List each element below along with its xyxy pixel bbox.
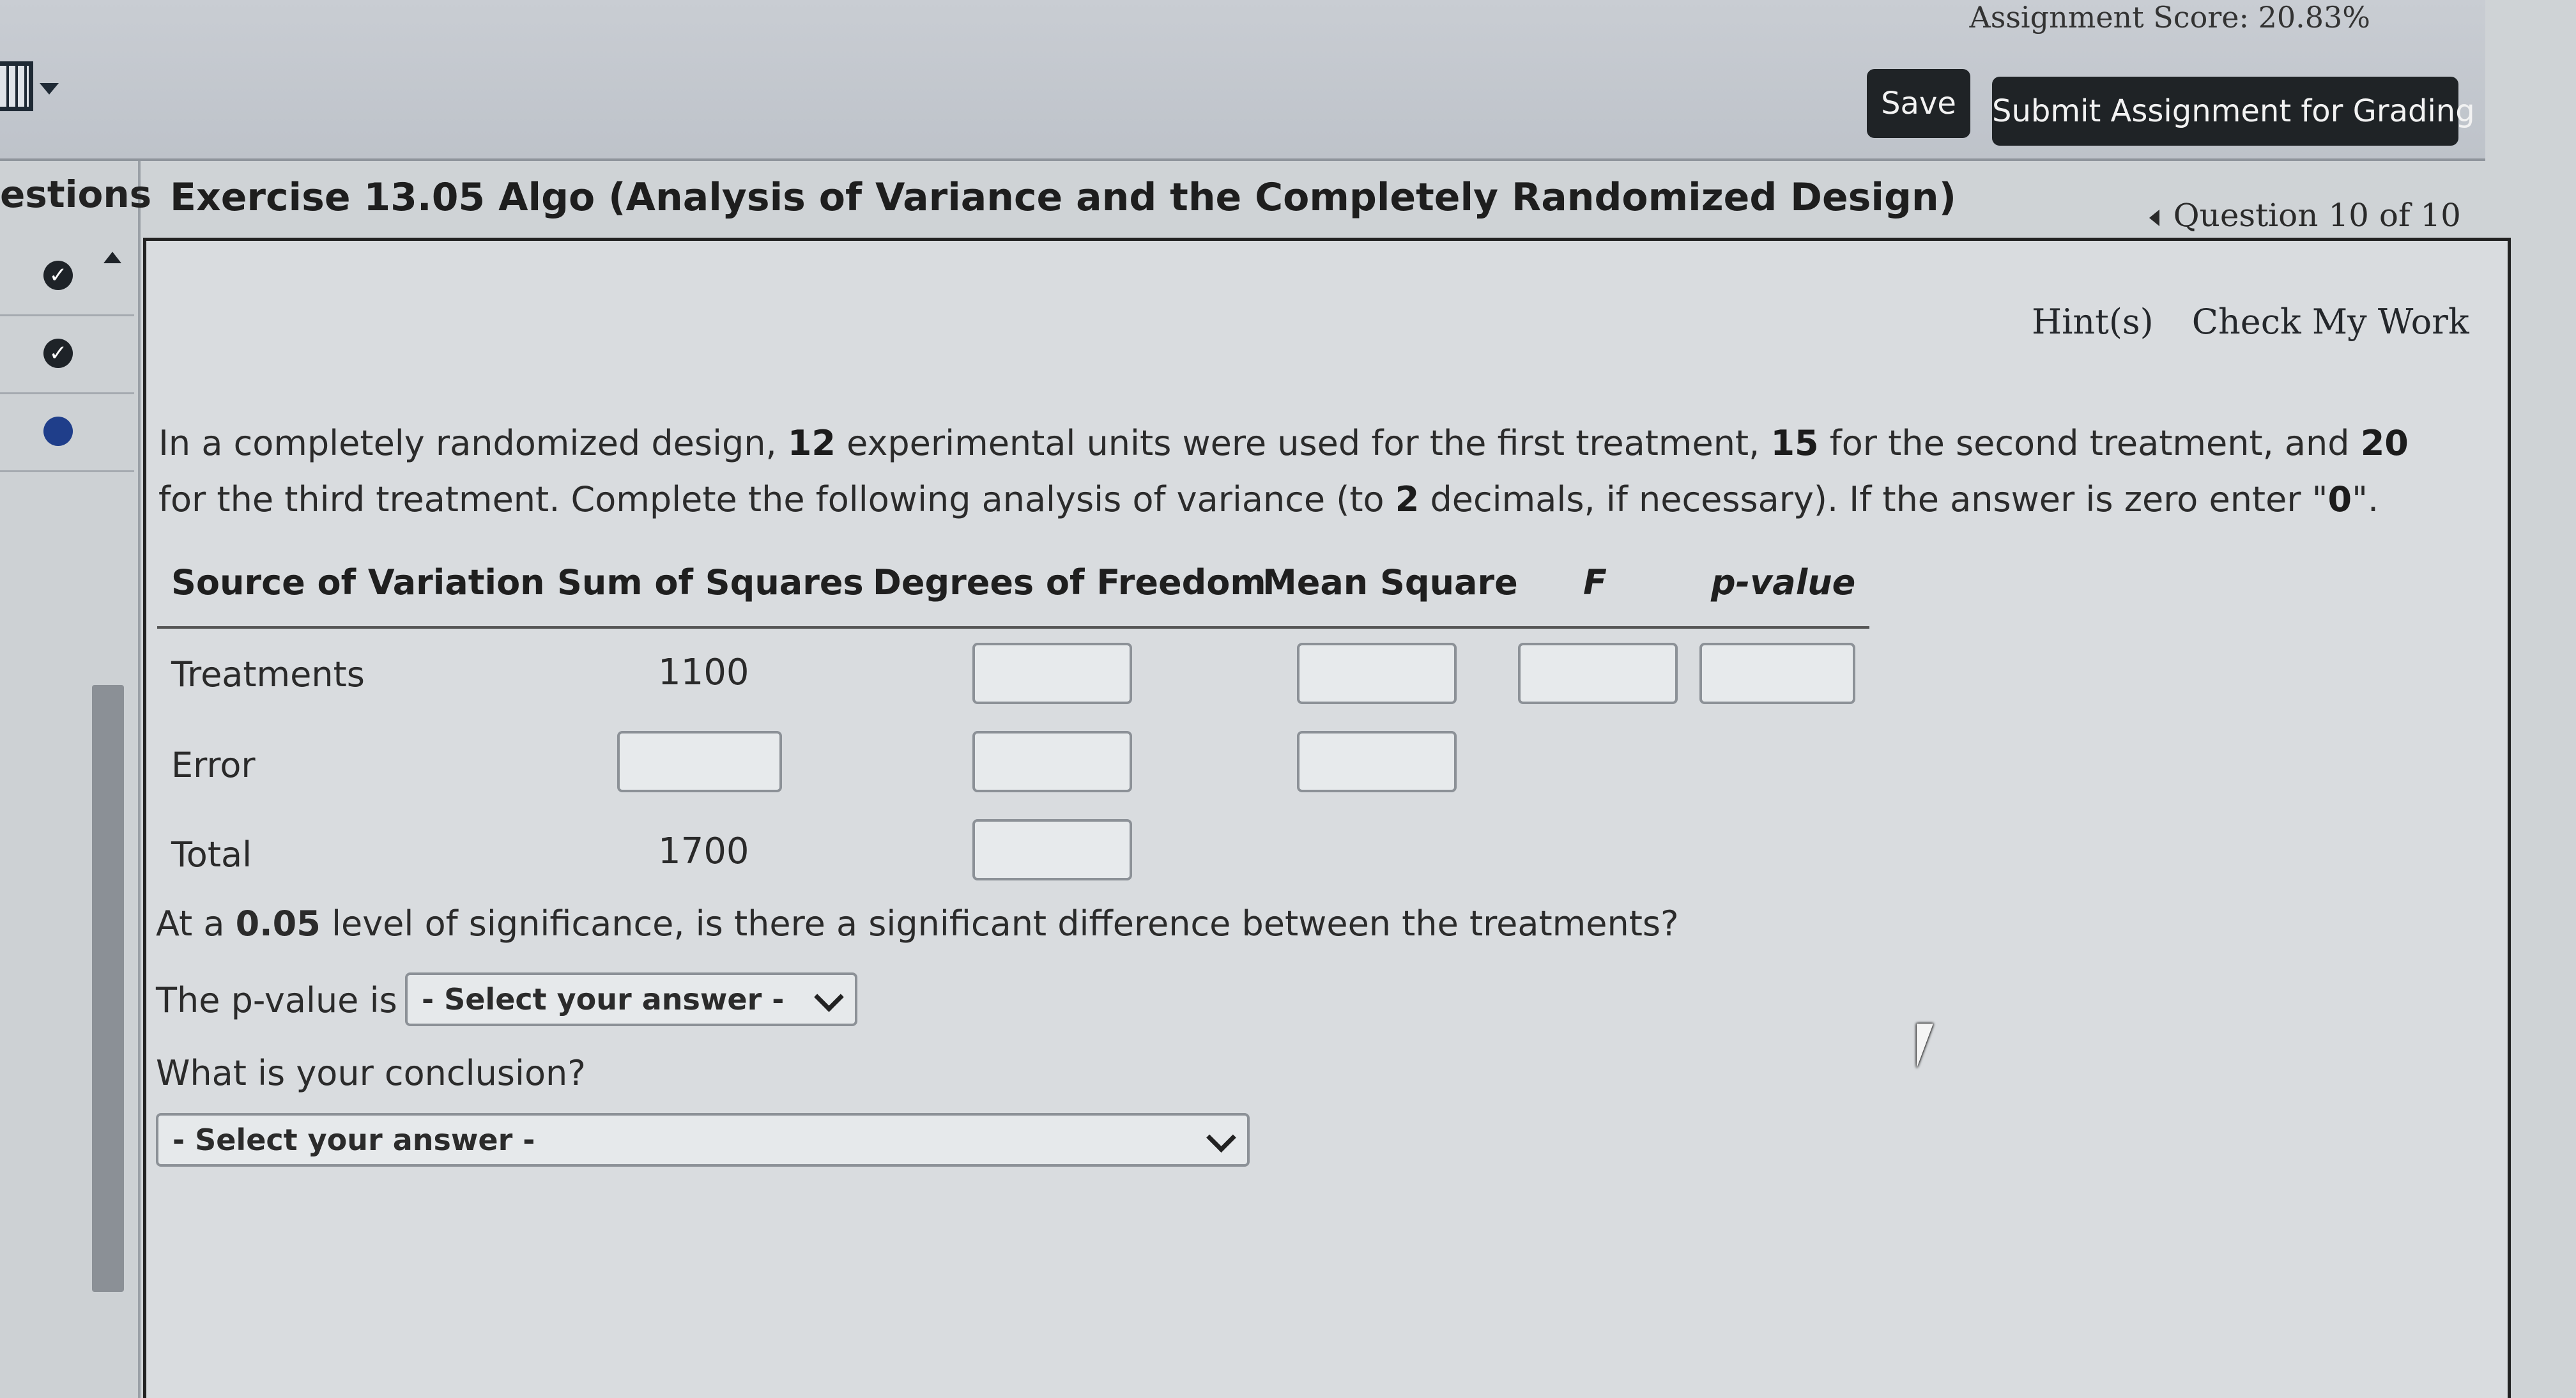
questions-sidebar: estions ✓ ✓ [0,161,151,1398]
row-label-error: Error [171,745,256,785]
df-total-input[interactable] [972,819,1132,880]
chevron-down-icon[interactable] [40,83,59,95]
df-treatments-input[interactable] [972,643,1132,704]
current-dot-icon [43,417,73,446]
row-label-total: Total [171,834,252,875]
previous-arrow-icon[interactable] [2149,210,2159,226]
sidebar-item-question-8[interactable]: ✓ [0,238,134,316]
top-bar: Assignment Score: 20.83% Save Submit Ass… [0,0,2485,161]
sidebar-scrollbar[interactable] [92,685,124,1292]
row-label-treatments: Treatments [171,654,365,695]
table-header-divider [157,626,1869,629]
header-mean-square: Mean Square [1262,562,1518,603]
hints-link[interactable]: Hint(s) [2032,302,2154,342]
conclusion-label: What is your conclusion? [156,1053,586,1093]
header-degrees-of-freedom: Degrees of Freedom [873,562,1266,603]
significance-question: At a 0.05 level of significance, is ther… [156,903,1679,944]
check-icon: ✓ [43,261,73,290]
df-error-input[interactable] [972,731,1132,792]
calculator-icon[interactable] [0,61,33,111]
hint-links: Hint(s) Check My Work [2032,302,2508,342]
question-panel [143,238,2511,1398]
header-p-value: p-value [1711,562,1856,603]
header-f: F [1583,562,1607,603]
ss-treatments: 1100 [658,652,749,693]
conclusion-select[interactable]: - Select your answer - [156,1113,1250,1167]
header-source: Source of Variation [171,562,545,603]
check-my-work-link[interactable]: Check My Work [2192,302,2469,342]
assignment-score: Assignment Score: 20.83% [1969,0,2371,35]
chevron-down-icon [1206,1123,1236,1153]
question-prompt: In a completely randomized design, 12 ex… [158,423,2409,519]
exercise-title: Exercise 13.05 Algo (Analysis of Varianc… [170,175,1957,220]
mouse-pointer-icon [1917,1024,1933,1068]
ms-treatments-input[interactable] [1297,643,1457,704]
ss-error-input[interactable] [617,731,782,792]
question-counter: Question 10 of 10 [2173,197,2461,234]
p-value-select[interactable]: - Select your answer - [405,972,857,1026]
sidebar-item-question-10[interactable] [0,394,134,472]
ss-total: 1700 [658,831,749,872]
question-nav[interactable]: Question 10 of 10 [2149,197,2461,234]
f-input[interactable] [1518,643,1678,704]
p-value-input[interactable] [1699,643,1855,704]
submit-assignment-button[interactable]: Submit Assignment for Grading [1992,77,2475,146]
sidebar-title: estions [0,173,152,216]
chevron-down-icon [814,982,844,1012]
ms-error-input[interactable] [1297,731,1457,792]
sidebar-item-question-9[interactable]: ✓ [0,316,134,394]
check-icon: ✓ [43,339,73,368]
p-value-label: The p-value is [156,980,397,1020]
save-button[interactable]: Save [1867,69,1970,138]
header-sum-of-squares: Sum of Squares [557,562,864,603]
